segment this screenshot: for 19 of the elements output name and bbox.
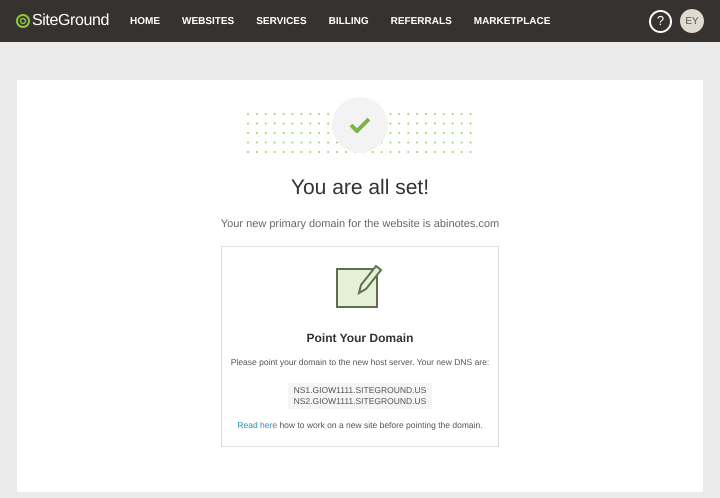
help-button[interactable]: ? [649,10,672,32]
domain-message: Your new primary domain for the website is abinotes.com [220,216,500,232]
logo-text[interactable]: SiteGround [32,9,109,33]
nav-link[interactable]: REFERRALS [390,14,452,28]
avatar-button[interactable]: EY [680,9,704,33]
read-here-link[interactable]: Read here [237,420,278,430]
spiral-logo-icon [16,14,30,28]
nav-link[interactable]: MARKETPLACE [474,14,550,28]
card-title: Point Your Domain [306,330,414,347]
help-sentence: Read here how to work on a new site before pointing the domain. [237,418,483,432]
nav-link[interactable]: BILLING [328,14,369,28]
success-title: You are all set! [290,175,430,201]
dns-record: NS1.GIOW1111.SITEGROUND.US [294,384,426,396]
nav-link[interactable]: SERVICES [256,14,307,28]
nav-link[interactable]: HOME [130,14,160,28]
dns-record: NS2.GIOW1111.SITEGROUND.US [294,396,426,407]
check-icon [349,117,371,133]
card-description: Please point your domain to the new host server. Your new DNS are: [230,356,490,369]
nav-link[interactable]: WEBSITES [182,14,234,28]
